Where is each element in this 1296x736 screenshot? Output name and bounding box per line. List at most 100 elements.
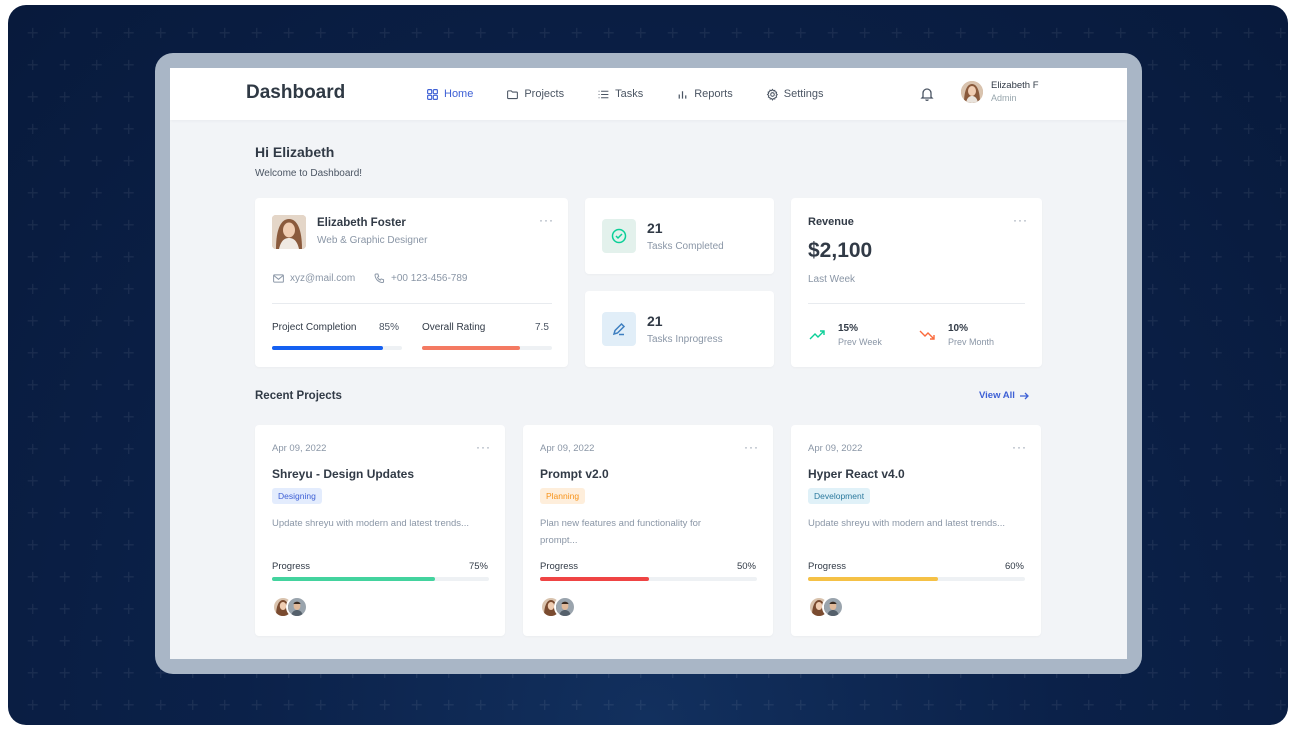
bell-icon[interactable] bbox=[919, 86, 935, 102]
progress-fill bbox=[272, 577, 435, 581]
rating-value: 7.5 bbox=[535, 322, 549, 333]
device-frame: Dashboard Home Projects Tasks Reports Se… bbox=[155, 53, 1142, 674]
project-card[interactable]: Apr 09, 2022 ··· Shreyu - Design Updates… bbox=[255, 425, 505, 636]
pattern-plus: + bbox=[1178, 695, 1192, 714]
pattern-plus: + bbox=[58, 119, 72, 138]
pattern-plus: + bbox=[26, 311, 40, 330]
avatar[interactable] bbox=[286, 596, 308, 618]
pattern-plus: + bbox=[442, 23, 456, 42]
bar-chart-icon bbox=[678, 90, 687, 99]
pattern-plus: + bbox=[218, 695, 232, 714]
pattern-plus: + bbox=[1274, 87, 1288, 106]
nav-label: Home bbox=[444, 88, 474, 100]
pattern-plus: + bbox=[1146, 471, 1160, 490]
nav-item-home[interactable]: Home bbox=[426, 88, 473, 101]
pattern-plus: + bbox=[666, 23, 680, 42]
pattern-plus: + bbox=[1146, 663, 1160, 682]
pattern-plus: + bbox=[1146, 631, 1160, 650]
pattern-plus: + bbox=[1210, 599, 1224, 618]
pattern-plus: + bbox=[762, 23, 776, 42]
pattern-plus: + bbox=[1274, 599, 1288, 618]
pattern-plus: + bbox=[90, 55, 104, 74]
stat-value: 21 bbox=[647, 220, 663, 236]
mail-icon bbox=[273, 274, 284, 283]
project-card[interactable]: Apr 09, 2022 ··· Prompt v2.0 Planning Pl… bbox=[523, 425, 773, 636]
pattern-plus: + bbox=[1210, 695, 1224, 714]
more-options-icon[interactable]: ··· bbox=[539, 214, 554, 226]
project-date: Apr 09, 2022 bbox=[272, 443, 327, 454]
progress-fill bbox=[540, 577, 649, 581]
more-options-icon[interactable]: ··· bbox=[476, 441, 491, 453]
pattern-plus: + bbox=[122, 343, 136, 362]
pattern-plus: + bbox=[1210, 471, 1224, 490]
pattern-plus: + bbox=[1242, 55, 1256, 74]
project-description: Update shreyu with modern and latest tre… bbox=[808, 518, 1005, 529]
more-options-icon[interactable]: ··· bbox=[1012, 441, 1027, 453]
pattern-plus: + bbox=[26, 343, 40, 362]
pattern-plus: + bbox=[58, 663, 72, 682]
pattern-plus: + bbox=[122, 119, 136, 138]
pattern-plus: + bbox=[90, 215, 104, 234]
pattern-plus: + bbox=[1146, 375, 1160, 394]
pattern-plus: + bbox=[1274, 567, 1288, 586]
pattern-plus: + bbox=[1178, 87, 1192, 106]
avatar[interactable] bbox=[554, 596, 576, 618]
pattern-plus: + bbox=[1178, 311, 1192, 330]
rating-progress-fill bbox=[422, 346, 520, 350]
profile-card: Elizabeth Foster Web & Graphic Designer … bbox=[255, 198, 568, 367]
pattern-plus: + bbox=[1210, 439, 1224, 458]
section-title: Recent Projects bbox=[255, 390, 342, 402]
phone-icon bbox=[374, 273, 385, 284]
pattern-plus: + bbox=[826, 23, 840, 42]
progress-value: 60% bbox=[1004, 561, 1024, 572]
pattern-plus: + bbox=[1146, 503, 1160, 522]
pattern-plus: + bbox=[1242, 567, 1256, 586]
more-options-icon[interactable]: ··· bbox=[744, 441, 759, 453]
top-navbar: Dashboard Home Projects Tasks Reports Se… bbox=[170, 68, 1127, 120]
pattern-plus: + bbox=[1210, 343, 1224, 362]
pattern-plus: + bbox=[1082, 695, 1096, 714]
pattern-plus: + bbox=[1274, 375, 1288, 394]
pattern-plus: + bbox=[1210, 535, 1224, 554]
pattern-plus: + bbox=[26, 215, 40, 234]
pattern-plus: + bbox=[1178, 631, 1192, 650]
pattern-plus: + bbox=[122, 663, 136, 682]
project-name: Prompt v2.0 bbox=[540, 467, 609, 481]
view-all-link[interactable]: View All bbox=[979, 390, 1029, 401]
pattern-plus: + bbox=[122, 631, 136, 650]
pattern-plus: + bbox=[154, 695, 168, 714]
completion-progress-fill bbox=[272, 346, 383, 350]
pattern-plus: + bbox=[218, 23, 232, 42]
pattern-plus: + bbox=[282, 23, 296, 42]
profile-phone[interactable]: +00 123-456-789 bbox=[373, 272, 467, 285]
nav-item-tasks[interactable]: Tasks bbox=[597, 88, 643, 101]
pattern-plus: + bbox=[698, 695, 712, 714]
pattern-plus: + bbox=[1146, 151, 1160, 170]
pattern-plus: + bbox=[58, 87, 72, 106]
nav-item-reports[interactable]: Reports bbox=[676, 88, 733, 101]
profile-email[interactable]: xyz@mail.com bbox=[272, 272, 355, 285]
nav-item-projects[interactable]: Projects bbox=[506, 88, 564, 101]
pattern-plus: + bbox=[122, 215, 136, 234]
project-card[interactable]: Apr 09, 2022 ··· Hyper React v4.0 Develo… bbox=[791, 425, 1041, 636]
pattern-plus: + bbox=[1210, 247, 1224, 266]
nav-item-settings[interactable]: Settings bbox=[766, 88, 824, 101]
stat-label: Tasks Completed bbox=[647, 241, 724, 252]
app-title[interactable]: Dashboard bbox=[246, 82, 345, 104]
pattern-plus: + bbox=[890, 23, 904, 42]
pattern-plus: + bbox=[1210, 183, 1224, 202]
pattern-plus: + bbox=[58, 471, 72, 490]
pattern-plus: + bbox=[26, 503, 40, 522]
more-options-icon[interactable]: ··· bbox=[1013, 214, 1028, 226]
pattern-plus: + bbox=[1114, 695, 1128, 714]
pattern-plus: + bbox=[922, 695, 936, 714]
pattern-plus: + bbox=[474, 23, 488, 42]
pattern-plus: + bbox=[346, 23, 360, 42]
pattern-plus: + bbox=[1242, 503, 1256, 522]
project-name: Shreyu - Design Updates bbox=[272, 467, 415, 481]
pattern-plus: + bbox=[1242, 471, 1256, 490]
user-menu[interactable]: Elizabeth F Admin bbox=[961, 80, 1039, 104]
progress-bar bbox=[540, 577, 757, 581]
avatar[interactable] bbox=[822, 596, 844, 618]
pattern-plus: + bbox=[1274, 311, 1288, 330]
